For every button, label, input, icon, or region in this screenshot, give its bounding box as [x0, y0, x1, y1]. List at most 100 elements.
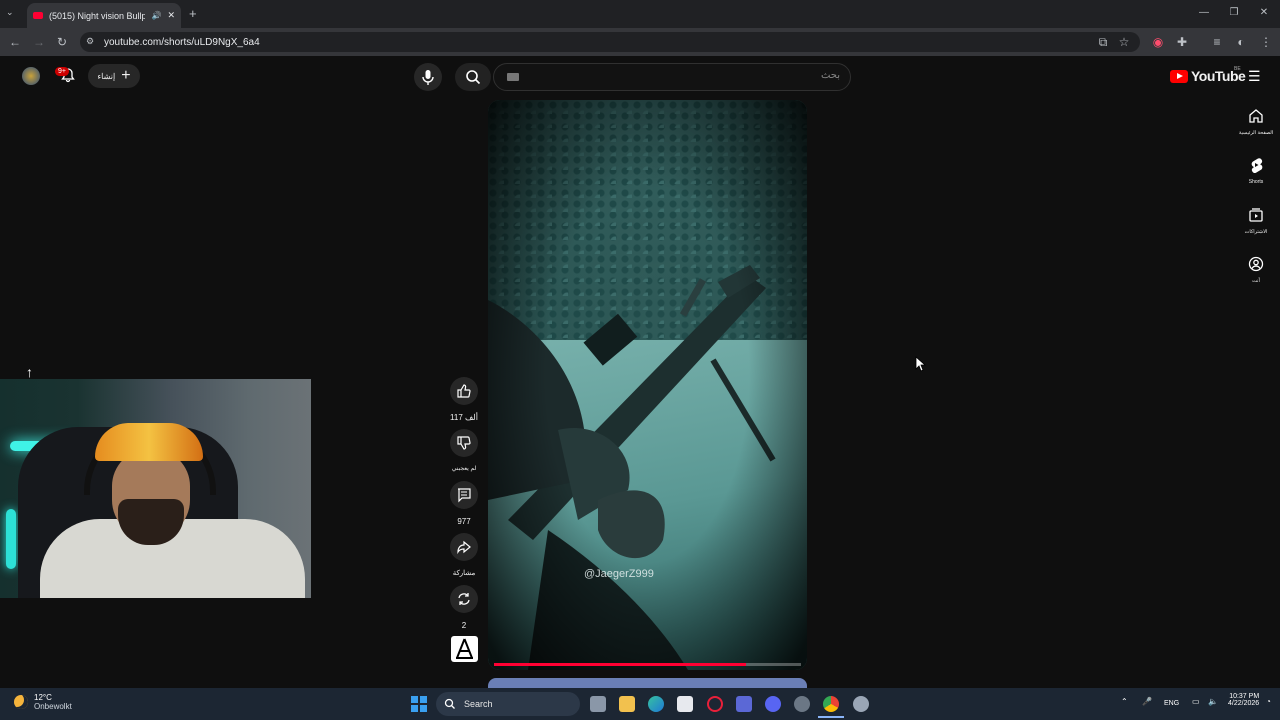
led-light-side — [6, 509, 16, 569]
video-progress-fill — [494, 663, 746, 666]
taskbar-search[interactable]: Search — [436, 692, 580, 716]
new-tab-button[interactable]: + — [189, 6, 197, 21]
channel-avatar[interactable] — [451, 636, 478, 662]
you-icon — [1248, 256, 1264, 272]
weather-widget[interactable]: 12°C Onbewolkt — [14, 693, 72, 711]
ms-store-icon[interactable] — [677, 696, 693, 712]
weather-desc: Onbewolkt — [34, 702, 72, 711]
task-view-icon[interactable] — [590, 696, 606, 712]
like-button[interactable]: 117 ألف — [450, 377, 478, 422]
guide-menu-icon[interactable]: ☰ — [1248, 68, 1261, 85]
windows-taskbar — [0, 688, 1280, 720]
logo-region-code: BE — [1234, 66, 1241, 72]
search-icon — [444, 698, 455, 709]
remix-count: 2 — [461, 621, 467, 630]
tray-overflow-icon[interactable]: ⌃ — [1121, 697, 1128, 706]
url-text: youtube.com/shorts/uLD9NgX_6a4 — [104, 36, 260, 48]
tab-title: (5015) Night vision Bullpup — [49, 10, 146, 21]
network-icon[interactable]: ▭ — [1192, 697, 1200, 706]
channel-logo-icon — [456, 638, 473, 659]
file-explorer-icon[interactable] — [619, 696, 635, 712]
settings-gear-icon[interactable] — [853, 696, 869, 712]
forward-icon[interactable]: → — [31, 34, 47, 50]
media-control-icon[interactable]: ≡ — [1209, 34, 1225, 50]
nav-shorts-label: Shorts — [1248, 179, 1264, 185]
steam-icon[interactable] — [794, 696, 810, 712]
extensions-puzzle-icon[interactable]: ✚ — [1174, 34, 1190, 50]
volume-icon[interactable]: 🔈 — [1208, 697, 1218, 706]
nav-item-shorts[interactable]: Shorts — [1234, 157, 1278, 185]
comments-button[interactable]: 977 — [450, 481, 478, 526]
close-tab-icon[interactable]: ✕ — [167, 10, 175, 21]
taskbar-clock[interactable]: 10:37 PM 4/22/2026 — [1228, 693, 1259, 707]
like-count: 117 ألف — [450, 413, 478, 422]
nav-item-home[interactable]: الصفحة الرئيسية — [1234, 108, 1278, 136]
create-button[interactable]: إنشاء + — [88, 64, 140, 88]
search-icon — [466, 70, 481, 85]
search-button[interactable] — [455, 63, 491, 91]
browser-tab[interactable]: (5015) Night vision Bullpup 🔊 ✕ — [27, 3, 181, 28]
site-info-icon[interactable]: ⚙ — [86, 36, 94, 47]
remix-button[interactable]: 2 — [450, 585, 478, 630]
search-input[interactable]: بحث — [493, 63, 851, 91]
voice-search-button[interactable] — [414, 63, 442, 91]
share-button[interactable]: مشاركة — [450, 533, 478, 577]
tab-search-icon[interactable]: ⌄ — [6, 7, 14, 18]
language-indicator[interactable]: ENG — [1164, 700, 1179, 707]
thumbs-up-icon — [457, 384, 471, 398]
nav-you-label: أنت — [1252, 278, 1260, 284]
comment-icon — [458, 488, 471, 503]
video-vignette — [488, 100, 807, 670]
shorts-icon — [1251, 158, 1263, 173]
address-bar[interactable]: youtube.com/shorts/uLD9NgX_6a4 — [80, 32, 1140, 52]
reload-icon[interactable]: ↻ — [54, 34, 70, 50]
microphone-icon — [422, 70, 434, 85]
minimize-icon[interactable]: — — [1197, 6, 1211, 20]
youtube-favicon-icon — [33, 12, 43, 19]
audio-playing-icon[interactable]: 🔊 — [151, 11, 161, 20]
notification-badge: 9+ — [55, 67, 69, 76]
close-window-icon[interactable]: ✕ — [1257, 6, 1271, 20]
share-icon — [457, 540, 471, 555]
chrome-icon[interactable] — [823, 696, 839, 712]
restore-icon[interactable]: ❐ — [1227, 6, 1241, 20]
short-video-player[interactable]: @JaegerZ999 — [488, 100, 807, 670]
plus-icon: + — [121, 67, 131, 84]
subscriptions-icon — [1249, 208, 1263, 222]
discord-icon[interactable] — [765, 696, 781, 712]
browser-menu-icon[interactable]: ⋮ — [1258, 34, 1274, 50]
nav-item-you[interactable]: أنت — [1234, 256, 1278, 284]
webcam-overlay — [0, 379, 311, 598]
clock-time: 10:37 PM — [1229, 693, 1260, 700]
tray-mic-icon[interactable]: 🎤 — [1142, 697, 1152, 706]
nav-home-label: الصفحة الرئيسية — [1238, 130, 1274, 136]
windows-start-icon[interactable] — [411, 696, 427, 712]
weather-temp: 12°C — [34, 693, 52, 702]
share-label: مشاركة — [452, 570, 476, 577]
video-watermark: @JaegerZ999 — [584, 568, 654, 580]
install-app-icon[interactable]: ⧉ — [1095, 34, 1111, 50]
keyboard-icon[interactable] — [507, 73, 519, 81]
notification-center-icon[interactable]: ◔ — [1266, 697, 1271, 706]
person-cap — [95, 423, 203, 461]
profile-icon[interactable]: ◐ — [1233, 34, 1249, 50]
thumbs-down-icon — [457, 436, 471, 450]
opera-icon[interactable] — [707, 696, 723, 712]
nav-item-subscriptions[interactable]: الاشتراكات — [1234, 207, 1278, 235]
nav-subscriptions-label: الاشتراكات — [1244, 229, 1268, 235]
account-avatar[interactable] — [22, 67, 40, 85]
comment-count: 977 — [457, 517, 471, 526]
bookmark-star-icon[interactable]: ☆ — [1116, 34, 1132, 50]
create-label: إنشاء — [97, 71, 116, 81]
search-placeholder: بحث — [820, 70, 840, 81]
scroll-up-arrow-icon[interactable]: ↑ — [26, 364, 33, 380]
taskbar-search-label: Search — [464, 699, 493, 709]
youtube-play-icon — [1170, 69, 1188, 83]
extension-record-icon[interactable]: ◉ — [1150, 34, 1166, 50]
back-icon[interactable]: ← — [7, 34, 23, 50]
dislike-button[interactable]: لم يعجبني — [450, 429, 478, 472]
mouse-cursor-icon — [915, 356, 927, 372]
dislike-label: لم يعجبني — [451, 466, 477, 472]
app-launcher-icon[interactable] — [736, 696, 752, 712]
edge-browser-icon[interactable] — [648, 696, 664, 712]
